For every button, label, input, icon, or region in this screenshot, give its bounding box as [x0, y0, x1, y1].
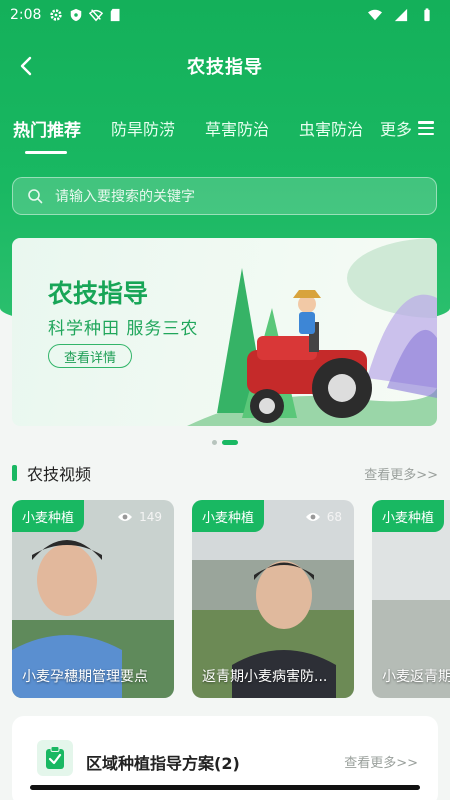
signal-icon: [394, 8, 408, 22]
banner-detail-button[interactable]: 查看详情: [48, 344, 132, 368]
eye-icon: [118, 513, 133, 521]
view-count-value: 68: [326, 510, 342, 524]
category-tabs: 热门推荐 防旱防涝 草害防治 虫害防治 更多: [0, 108, 450, 154]
battery-icon: [424, 8, 430, 22]
search-icon: [28, 189, 43, 204]
tab-hot[interactable]: 热门推荐: [13, 116, 81, 154]
chevron-left-icon: [20, 56, 32, 76]
video-tag: 小麦种植: [372, 500, 445, 532]
tab-drought-flood[interactable]: 防旱防涝: [111, 116, 175, 140]
carousel-dot-active: [222, 440, 238, 445]
title-bar: 农技指导: [0, 46, 450, 86]
view-count-value: 149: [139, 510, 162, 524]
shield-icon: [71, 8, 82, 22]
video-see-more-link[interactable]: 查看更多>>: [364, 464, 438, 483]
menu-icon: [418, 121, 434, 135]
eye-icon: [305, 513, 320, 521]
view-count: 68: [305, 510, 342, 524]
video-card[interactable]: 小麦种植 68 返青期小麦病害防...: [192, 500, 354, 698]
more-tabs-button[interactable]: 更多: [380, 116, 434, 140]
section-accent-bar: [12, 465, 17, 481]
page-title: 农技指导: [187, 57, 263, 78]
status-bar: 2:08: [0, 0, 450, 30]
back-button[interactable]: [12, 52, 40, 80]
view-count: 149: [117, 510, 162, 524]
search-placeholder: 请输入要搜索的关键字: [55, 189, 195, 205]
video-section-title: 农技视频: [27, 465, 92, 484]
status-right: [368, 8, 440, 22]
video-card[interactable]: 小麦种植 小麦返青期: [372, 500, 450, 698]
plan-see-more-link[interactable]: 查看更多>>: [344, 752, 418, 771]
video-tag: 小麦种植: [192, 500, 265, 532]
clipboard-icon: [37, 740, 73, 776]
video-title: 小麦孕穗期管理要点: [22, 669, 148, 685]
video-section-header: 农技视频 查看更多>>: [12, 462, 438, 484]
more-label: 更多: [379, 120, 412, 139]
banner-subtitle: 科学种田 服务三农: [48, 319, 199, 339]
video-tag: 小麦种植: [12, 500, 85, 532]
video-title: 返青期小麦病害防...: [202, 669, 328, 685]
video-list: 小麦种植 149 小麦孕穗期管理要点 小麦种植 68 返青期小麦病害防... 小…: [12, 500, 450, 700]
carousel-dot: [212, 440, 217, 445]
status-time: 2:08: [10, 7, 42, 23]
tab-weed-control[interactable]: 草害防治: [205, 116, 269, 140]
wifi-icon: [368, 9, 382, 21]
plan-section-title: 区域种植指导方案(2): [86, 754, 240, 773]
settings-icon: [50, 9, 63, 21]
banner-title: 农技指导: [48, 279, 149, 308]
video-title: 小麦返青期: [382, 669, 450, 685]
tab-pest-control[interactable]: 虫害防治: [299, 116, 363, 140]
sd-card-icon: [111, 8, 120, 22]
carousel-indicator: [0, 440, 450, 445]
search-input[interactable]: 请输入要搜索的关键字: [12, 177, 437, 215]
promo-banner[interactable]: 农技指导 科学种田 服务三农 查看详情: [12, 238, 437, 426]
video-card[interactable]: 小麦种植 149 小麦孕穗期管理要点: [12, 500, 174, 698]
wifi-off-icon: [89, 9, 104, 22]
home-indicator[interactable]: [0, 785, 450, 790]
tractor-farmer-illustration: [187, 238, 437, 426]
